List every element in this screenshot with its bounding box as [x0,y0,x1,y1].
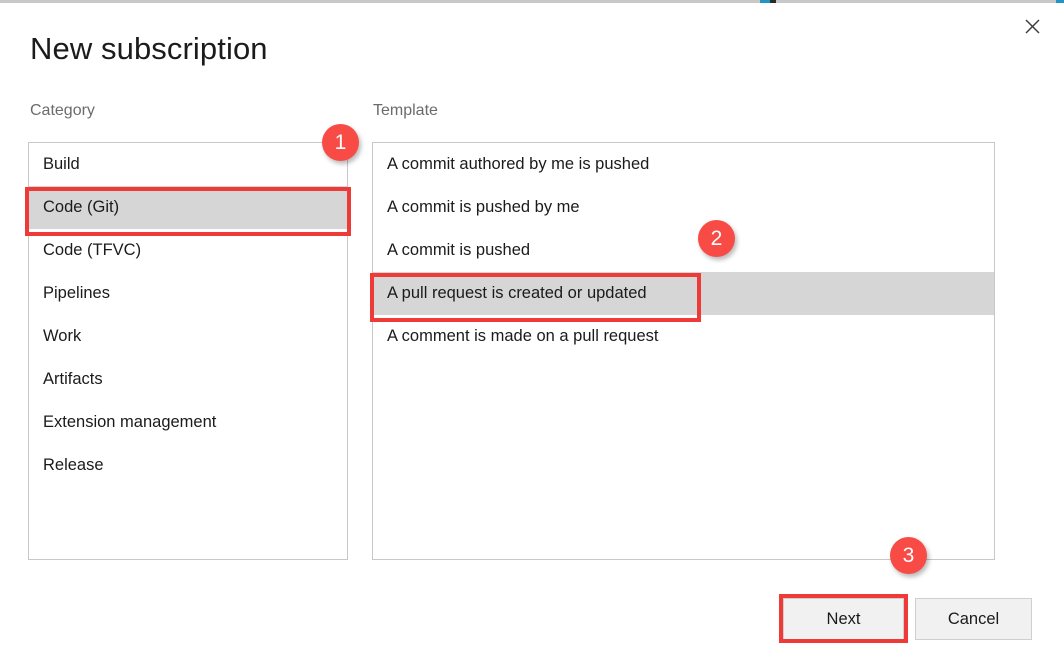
template-listbox[interactable]: A commit authored by me is pushed A comm… [372,142,995,560]
template-item-pull-request[interactable]: A pull request is created or updated [373,272,994,315]
template-item-commit-pushed-by-me[interactable]: A commit is pushed by me [373,186,994,229]
new-subscription-dialog: New subscription Category Template Build… [0,3,1064,668]
category-item-work[interactable]: Work [29,315,347,358]
template-item-commit-authored-by-me[interactable]: A commit authored by me is pushed [373,143,994,186]
category-item-release[interactable]: Release [29,444,347,487]
cancel-button[interactable]: Cancel [915,598,1032,640]
category-listbox[interactable]: Build Code (Git) Code (TFVC) Pipelines W… [28,142,348,560]
category-item-pipelines[interactable]: Pipelines [29,272,347,315]
close-icon [1025,19,1040,34]
template-label: Template [373,102,438,119]
category-item-build[interactable]: Build [29,143,347,186]
template-item-comment-on-pull-request[interactable]: A comment is made on a pull request [373,315,994,358]
page-title: New subscription [30,31,268,66]
category-item-code-git[interactable]: Code (Git) [29,186,347,229]
template-item-commit-pushed[interactable]: A commit is pushed [373,229,994,272]
category-item-extension-management[interactable]: Extension management [29,401,347,444]
category-item-code-tfvc[interactable]: Code (TFVC) [29,229,347,272]
close-dialog-button[interactable] [1014,11,1050,41]
next-button[interactable]: Next [783,598,904,640]
category-item-artifacts[interactable]: Artifacts [29,358,347,401]
category-label: Category [30,102,95,119]
